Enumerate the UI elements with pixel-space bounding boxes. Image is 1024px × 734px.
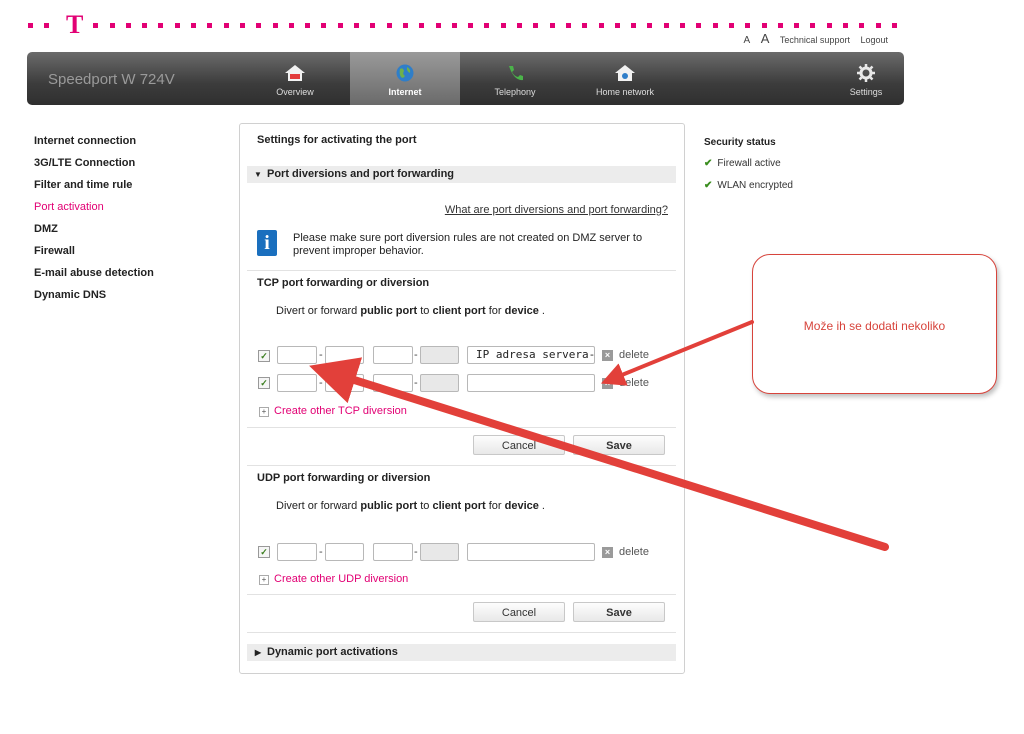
callout-arrow (600, 320, 754, 386)
big-arrow (309, 357, 889, 551)
annotation-arrows (309, 320, 889, 551)
